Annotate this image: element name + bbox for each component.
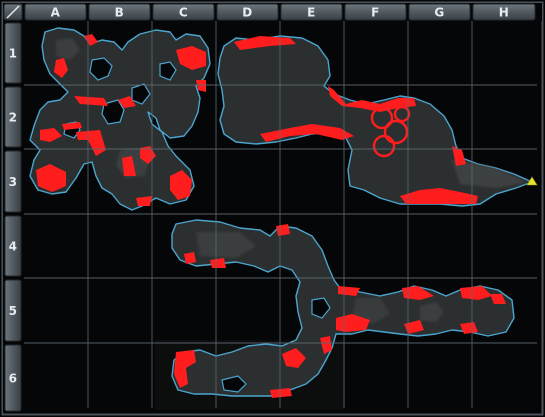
row-header-bar: 1 2 3 4 5 6 bbox=[3, 21, 23, 413]
column-D: D bbox=[216, 3, 279, 21]
column-label: G bbox=[434, 6, 444, 20]
column-H: H bbox=[472, 3, 536, 21]
row-label: 2 bbox=[9, 111, 18, 125]
row-label: 1 bbox=[9, 47, 18, 61]
column-label: A bbox=[51, 6, 61, 20]
row-4: 4 bbox=[4, 215, 22, 277]
column-G: G bbox=[408, 3, 471, 21]
column-label: F bbox=[371, 6, 380, 20]
column-B: B bbox=[88, 3, 151, 21]
hazard-zone bbox=[184, 252, 196, 264]
row-3: 3 bbox=[4, 150, 22, 213]
row-5: 5 bbox=[4, 279, 22, 342]
corner-cell bbox=[3, 3, 23, 21]
row-6: 6 bbox=[4, 344, 22, 412]
row-1: 1 bbox=[4, 22, 22, 84]
column-C: C bbox=[152, 3, 215, 21]
world-map: A B C D E F G H 1 2 3 4 5 6 bbox=[0, 0, 545, 417]
row-2: 2 bbox=[4, 86, 22, 148]
hazard-zone bbox=[276, 224, 290, 236]
column-E: E bbox=[280, 3, 343, 21]
column-label: D bbox=[242, 6, 252, 20]
map-svg: A B C D E F G H 1 2 3 4 5 6 bbox=[0, 0, 545, 417]
column-label: H bbox=[499, 6, 510, 20]
row-label: 6 bbox=[9, 372, 18, 386]
column-label: B bbox=[115, 6, 125, 20]
column-label: C bbox=[179, 6, 188, 20]
row-label: 4 bbox=[9, 240, 18, 254]
column-header-bar: A B C D E F G H bbox=[3, 3, 542, 21]
column-F: F bbox=[344, 3, 407, 21]
column-A: A bbox=[24, 3, 87, 21]
row-label: 5 bbox=[9, 304, 18, 318]
row-label: 3 bbox=[9, 175, 18, 189]
column-label: E bbox=[307, 6, 316, 20]
